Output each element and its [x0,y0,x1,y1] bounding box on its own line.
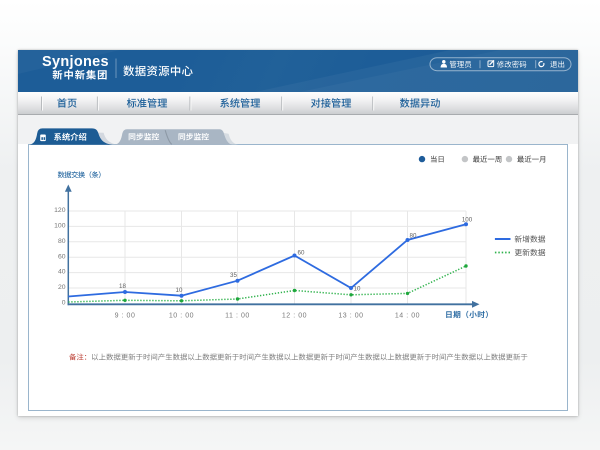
svg-text:11 : 00: 11 : 00 [225,313,250,320]
svg-text:80: 80 [410,233,417,240]
svg-text:60: 60 [58,253,66,260]
svg-text:9 : 00: 9 : 00 [115,313,136,320]
svg-text:60: 60 [298,250,305,257]
svg-text:10: 10 [354,286,361,293]
svg-text:13 : 00: 13 : 00 [338,313,363,320]
svg-text:80: 80 [58,238,66,245]
svg-text:0: 0 [62,300,66,307]
svg-text:35: 35 [230,272,237,279]
svg-text:10 : 00: 10 : 00 [169,313,194,320]
svg-text:18: 18 [119,283,126,290]
svg-text:10: 10 [176,287,183,294]
svg-text:14 : 00: 14 : 00 [395,313,420,320]
svg-text:100: 100 [462,217,473,224]
svg-text:12 : 00: 12 : 00 [282,313,307,320]
svg-text:40: 40 [58,269,66,276]
svg-text:20: 20 [58,284,66,291]
svg-text:100: 100 [54,223,66,230]
svg-text:120: 120 [54,207,66,214]
